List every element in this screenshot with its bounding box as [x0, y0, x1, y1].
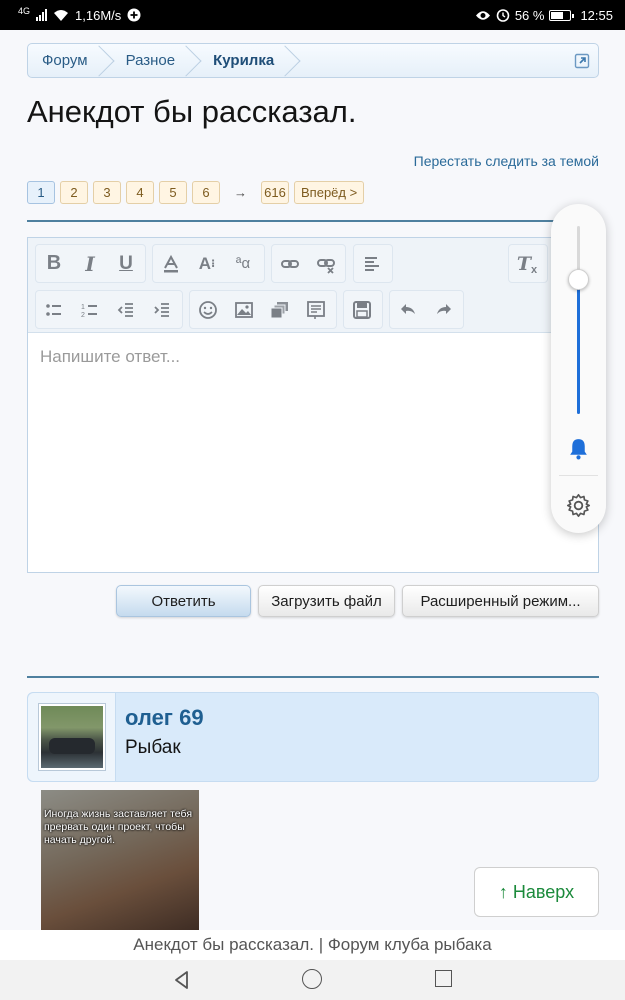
page-content: Форум Разное Курилка Анекдот бы рассказа… [0, 30, 625, 930]
text-color-icon[interactable] [153, 245, 189, 282]
divider [27, 220, 599, 222]
page-link-6[interactable]: 6 [192, 181, 220, 204]
page-link-3[interactable]: 3 [93, 181, 121, 204]
volume-slider-thumb[interactable] [568, 268, 589, 290]
page-link-2[interactable]: 2 [60, 181, 88, 204]
divider [27, 676, 599, 678]
thread-title: Анекдот бы рассказал. [27, 94, 357, 129]
avatar[interactable] [38, 703, 106, 771]
breadcrumb: Форум Разное Курилка [27, 43, 599, 78]
battery-icon [549, 9, 575, 21]
status-bar: 4G 1,16M/s 56 % 12:55 [0, 0, 625, 30]
breadcrumb-misc[interactable]: Разное [112, 44, 200, 77]
post-user-title: Рыбак [125, 737, 181, 758]
back-to-top-button[interactable]: ↑ Наверх [474, 867, 599, 917]
advanced-mode-button[interactable]: Расширенный режим... [402, 585, 599, 617]
wifi-icon [54, 9, 69, 21]
font-family-icon[interactable]: ªα [225, 245, 261, 282]
network-type: 4G [18, 6, 31, 16]
post-image[interactable]: Иногда жизнь заставляет тебя прервать од… [41, 790, 199, 930]
pagination: 1 2 3 4 5 6 → 616 Вперёд > [27, 181, 365, 204]
alarm-icon [496, 9, 510, 22]
post-image-caption: Иногда жизнь заставляет тебя прервать од… [44, 808, 192, 846]
undo-icon[interactable] [390, 291, 426, 328]
page-title-bar: Анекдот бы рассказал. | Форум клуба рыба… [0, 930, 625, 960]
outdent-icon[interactable] [108, 291, 144, 328]
italic-icon[interactable]: I [72, 245, 108, 282]
network-speed: 1,16M/s [75, 7, 122, 23]
underline-icon[interactable]: U [108, 245, 144, 282]
breadcrumb-smoking-room[interactable]: Курилка [199, 44, 298, 77]
avatar-image [41, 706, 103, 768]
reply-editor: B I U A ⁝ ªα Tx 12 Напишите ответ... [27, 237, 599, 573]
signal-icon [36, 9, 48, 21]
battery-percent: 56 % [514, 7, 545, 23]
volume-slider-fill [577, 278, 580, 414]
svg-text:1: 1 [81, 304, 85, 311]
volume-separator [559, 475, 598, 476]
page-link-5[interactable]: 5 [159, 181, 187, 204]
save-draft-icon[interactable] [344, 291, 380, 328]
editor-toolbar: B I U A ⁝ ªα Tx 12 [28, 238, 598, 333]
reply-input[interactable]: Напишите ответ... [40, 347, 180, 367]
smilie-icon[interactable] [190, 291, 226, 328]
post-user-info: олег 69 Рыбак [27, 692, 599, 782]
numbered-list-icon[interactable]: 12 [72, 291, 108, 328]
jump-to-icon[interactable] [574, 53, 590, 69]
breadcrumb-forum[interactable]: Форум [28, 44, 112, 77]
remove-format-icon[interactable]: Tx [509, 245, 545, 282]
recent-apps-icon[interactable] [435, 970, 452, 987]
bold-icon[interactable]: B [36, 245, 72, 282]
post-username[interactable]: олег 69 [125, 705, 204, 731]
link-icon[interactable] [272, 245, 308, 282]
page-link-1[interactable]: 1 [27, 181, 55, 204]
gear-icon[interactable] [565, 492, 592, 519]
volume-slider[interactable] [577, 226, 580, 414]
quote-icon[interactable] [298, 291, 334, 328]
eye-icon [475, 10, 490, 20]
redo-icon[interactable] [426, 291, 462, 328]
page-link-last[interactable]: 616 [261, 181, 289, 204]
back-icon[interactable] [172, 970, 192, 990]
upload-file-button[interactable]: Загрузить файл [258, 585, 395, 617]
indent-icon[interactable] [144, 291, 180, 328]
system-nav-bar [0, 960, 625, 1000]
font-size-icon[interactable]: A ⁝ [189, 245, 225, 282]
volume-panel [551, 204, 606, 533]
avatar-frame [28, 693, 116, 781]
clock: 12:55 [580, 7, 613, 23]
next-page-button[interactable]: Вперёд > [294, 181, 365, 204]
svg-text:2: 2 [81, 312, 85, 319]
home-icon[interactable] [302, 969, 322, 989]
reply-button[interactable]: Ответить [116, 585, 251, 617]
align-icon[interactable] [354, 245, 390, 282]
media-icon[interactable] [262, 291, 298, 328]
bullet-list-icon[interactable] [36, 291, 72, 328]
unlink-icon[interactable] [308, 245, 344, 282]
data-saver-icon [127, 8, 141, 22]
page-skip-arrow: → [234, 185, 247, 200]
unwatch-thread-link[interactable]: Перестать следить за темой [414, 153, 599, 169]
bell-icon[interactable] [566, 436, 591, 461]
page-link-4[interactable]: 4 [126, 181, 154, 204]
image-icon[interactable] [226, 291, 262, 328]
